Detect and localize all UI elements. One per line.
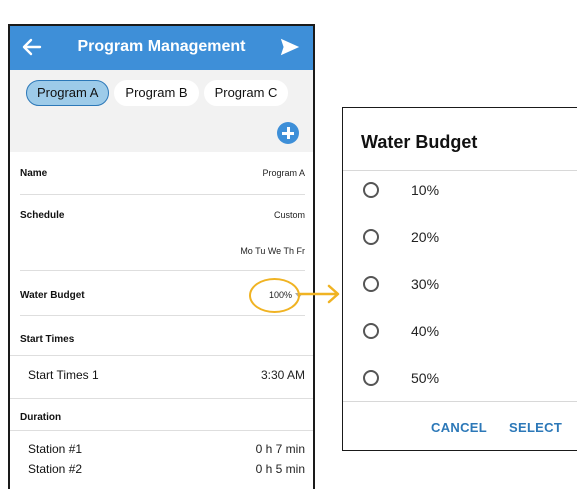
send-icon[interactable]	[279, 36, 301, 58]
option-label: 20%	[411, 229, 440, 245]
dialog-title: Water Budget	[361, 132, 478, 152]
app-bar: Program Management	[10, 26, 313, 70]
schedule-label: Schedule	[20, 210, 65, 221]
option-30[interactable]: 30%	[343, 268, 577, 304]
station-label: Station #1	[28, 442, 83, 456]
duration-header: Duration	[10, 408, 313, 428]
divider	[20, 194, 305, 195]
tab-program-b[interactable]: Program B	[114, 80, 199, 106]
divider	[10, 398, 313, 399]
water-budget-dialog: Water Budget 10% 20% 30% 40% 50% CANCEL …	[342, 107, 577, 451]
option-50[interactable]: 50%	[343, 362, 577, 398]
option-label: 30%	[411, 276, 440, 292]
highlight-ellipse	[249, 278, 300, 313]
start-times-label: Start Times	[20, 334, 75, 345]
option-10[interactable]: 10%	[343, 174, 577, 210]
schedule-row[interactable]: Schedule Custom	[10, 206, 313, 226]
tab-program-c[interactable]: Program C	[203, 80, 289, 106]
option-40[interactable]: 40%	[343, 315, 577, 351]
start-time-label: Start Times 1	[28, 368, 99, 382]
page-title: Program Management	[77, 38, 246, 55]
list-item[interactable]: Start Times 1 3:30 AM	[10, 366, 313, 386]
select-button[interactable]: SELECT	[509, 420, 562, 435]
schedule-value: Custom	[273, 210, 305, 220]
divider	[10, 430, 313, 431]
divider	[343, 170, 577, 171]
arrow-right-icon	[299, 284, 340, 304]
option-label: 40%	[411, 323, 440, 339]
station-label: Station #2	[28, 462, 83, 476]
divider	[343, 401, 577, 402]
station-value: 0 h 5 min	[255, 462, 305, 476]
name-row[interactable]: Name Program A	[10, 164, 313, 184]
name-value: Program A	[262, 168, 305, 178]
radio-unselected-icon[interactable]	[363, 229, 379, 245]
cancel-button[interactable]: CANCEL	[431, 420, 487, 435]
name-label: Name	[20, 168, 48, 179]
water-budget-label: Water Budget	[20, 290, 85, 301]
radio-unselected-icon[interactable]	[363, 370, 379, 386]
radio-unselected-icon[interactable]	[363, 276, 379, 292]
radio-unselected-icon[interactable]	[363, 323, 379, 339]
start-time-value: 3:30 AM	[260, 368, 305, 382]
radio-unselected-icon[interactable]	[363, 182, 379, 198]
start-times-header: Start Times	[10, 330, 313, 350]
divider	[20, 315, 305, 316]
schedule-days: Mo Tu We Th Fr	[240, 246, 305, 256]
program-details: Name Program A Schedule Custom Mo Tu We …	[10, 152, 313, 489]
list-item[interactable]: Station #2 0 h 5 min	[10, 460, 313, 480]
option-label: 50%	[411, 370, 440, 386]
divider	[20, 270, 305, 271]
program-tabs: Program A Program B Program C	[26, 80, 289, 106]
option-label: 10%	[411, 182, 440, 198]
station-value: 0 h 7 min	[255, 442, 305, 456]
plus-circle-icon[interactable]	[277, 122, 299, 144]
duration-label: Duration	[20, 412, 62, 423]
phone-screen: Program Management Program A Program B P…	[8, 24, 315, 489]
tab-program-a[interactable]: Program A	[26, 80, 110, 106]
option-20[interactable]: 20%	[343, 221, 577, 257]
divider	[10, 355, 313, 356]
schedule-days-row: Mo Tu We Th Fr	[10, 242, 313, 262]
list-item[interactable]: Station #1 0 h 7 min	[10, 440, 313, 460]
